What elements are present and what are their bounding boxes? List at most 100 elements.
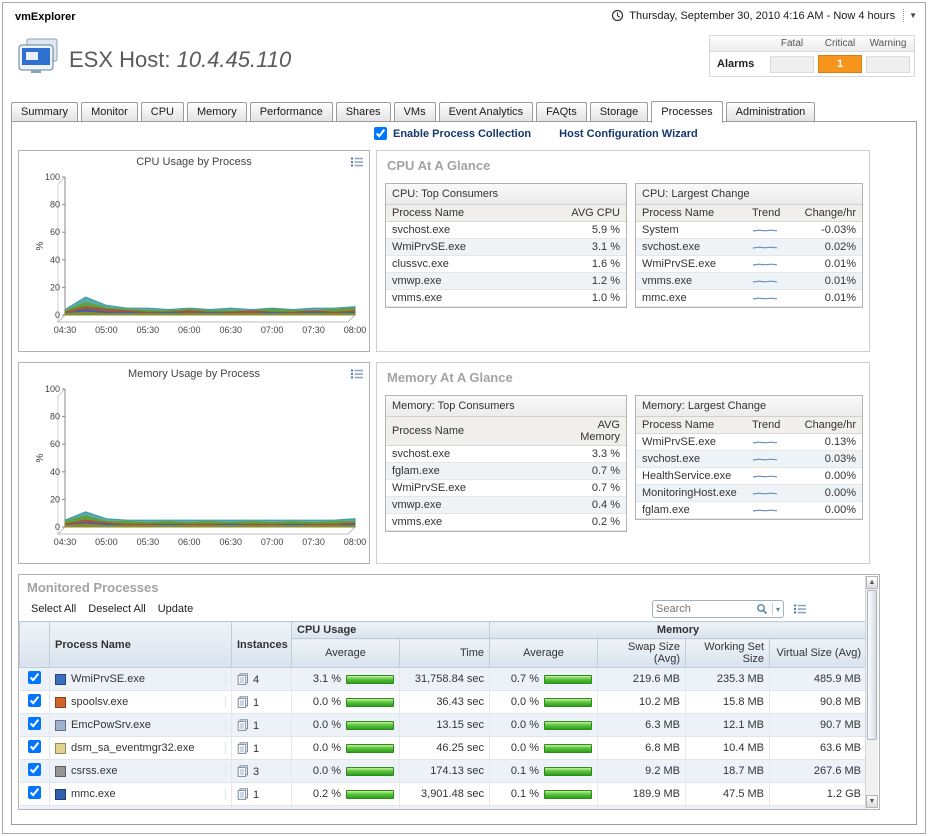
column-header-avg-cpu[interactable]: AVG CPU [554,205,626,222]
row-select-checkbox[interactable] [28,740,41,753]
update-link[interactable]: Update [158,603,193,615]
top-bar: vmExplorer Thursday, September 30, 2010 … [3,3,925,30]
search-input[interactable] [656,603,756,615]
instances-count: 3 [253,766,259,778]
trend-sparkline [746,502,792,519]
row-select-checkbox[interactable] [28,786,41,799]
column-header-process-name[interactable]: Process Name [386,417,554,446]
process-name: clussvc.exe [386,256,554,273]
tab-vms[interactable]: VMs [394,102,436,121]
memory-average-value: 0.7 % [501,673,539,685]
virtual-size-value: 90.8 MB [770,691,867,714]
select-all-link[interactable]: Select All [31,603,76,615]
svg-text:0: 0 [55,310,60,320]
table-customizer-icon[interactable] [793,603,807,615]
scrollbar-thumb[interactable] [867,590,877,740]
memory-top-consumers-panel: Memory: Top Consumers Process Name AVG M… [385,395,627,532]
vertical-scrollbar[interactable]: ▲ ▼ [865,576,878,808]
tab-memory[interactable]: Memory [187,102,247,121]
column-header-trend[interactable]: Trend [746,417,792,434]
tab-administration[interactable]: Administration [726,102,816,121]
process-name: svchost.exe [386,222,554,239]
column-header-swap-size[interactable]: Swap Size (Avg) [598,639,686,668]
deselect-all-link[interactable]: Deselect All [88,603,145,615]
svg-text:08:00: 08:00 [344,537,367,547]
column-header-change[interactable]: Change/hr [792,417,862,434]
subpanel-title: Memory: Top Consumers [386,396,626,417]
row-select-checkbox[interactable] [28,717,41,730]
cpu-time-value: 0.79 sec [400,806,490,811]
cpu-usage-chart: 020406080100%04:3005:0005:3006:0006:3007… [19,165,369,351]
process-name: dsm_sa_eventmgr32.exe [71,742,195,754]
memory-largest-change-table: Process Name Trend Change/hr WmiPrvSE.ex… [636,417,862,519]
tab-monitor[interactable]: Monitor [81,102,138,121]
column-header-cpu-average[interactable]: Average [292,639,400,668]
svg-text:%: % [35,453,46,462]
row-select-checkbox[interactable] [28,763,41,776]
table-row: WmiPrvSE.exe0.7 % [386,480,626,497]
avg-cpu-value: 1.0 % [554,290,626,307]
swap-size-value: 219.6 MB [598,668,686,691]
column-header-change[interactable]: Change/hr [792,205,862,222]
monitored-processes-panel: Monitored Processes Select All Deselect … [18,574,880,810]
instances-count: 1 [253,789,259,801]
search-options-chevron-icon[interactable]: ▾ [776,605,780,614]
svg-text:07:30: 07:30 [302,325,325,335]
column-header-memory-average[interactable]: Average [490,639,598,668]
header: ESX Host: 10.4.45.110 Fatal Critical War… [3,31,925,97]
instances-count: 1 [253,697,259,709]
scroll-down-arrow[interactable]: ▼ [866,795,878,808]
tab-processes[interactable]: Processes [651,101,722,123]
divider [772,603,773,615]
column-header-time[interactable]: Time [400,639,490,668]
alarms-header-spacer [710,36,768,51]
column-header-working-set[interactable]: Working Set Size [686,639,770,668]
tab-storage[interactable]: Storage [590,102,649,121]
column-header-process-name[interactable]: Process Name [386,205,554,222]
memory-average-value: 0.1 % [501,765,539,777]
tab-cpu[interactable]: CPU [141,102,184,121]
column-header-process-name[interactable]: Process Name [50,622,232,668]
cpu-average-value: 0.0 % [303,765,341,777]
scroll-up-arrow[interactable]: ▲ [866,576,878,589]
column-header-process-name[interactable]: Process Name [636,205,746,222]
process-name: HealthService.exe [636,468,746,485]
page-title: ESX Host: 10.4.45.110 [69,47,291,73]
time-range-selector[interactable]: Thursday, September 30, 2010 4:16 AM - N… [611,9,917,22]
column-header-virtual-size[interactable]: Virtual Size (Avg) [770,639,867,668]
process-name: WmiPrvSE.exe [636,256,746,273]
tab-shares[interactable]: Shares [336,102,391,121]
tab-summary[interactable]: Summary [11,102,78,121]
column-header-instances[interactable]: Instances [232,622,292,668]
critical-count-cell[interactable]: 1 [818,55,862,73]
tab-faqts[interactable]: FAQts [536,102,587,121]
process-name: vmwp.exe [386,497,554,514]
column-header-process-name[interactable]: Process Name [636,417,746,434]
host-configuration-wizard-link[interactable]: Host Configuration Wizard [559,128,698,140]
row-select-checkbox[interactable] [28,809,41,810]
table-row: svchost.exe3.3 % [386,446,626,463]
row-select-checkbox[interactable] [28,694,41,707]
tab-performance[interactable]: Performance [250,102,333,121]
svg-text:06:30: 06:30 [219,537,242,547]
chevron-down-icon[interactable]: ▼ [909,11,917,20]
column-header-avg-memory[interactable]: AVG Memory [554,417,626,446]
svg-text:60: 60 [50,227,60,237]
time-range-label: Thursday, September 30, 2010 4:16 AM - N… [629,10,895,22]
swap-size-value: 6.8 MB [598,737,686,760]
avg-cpu-value: 3.1 % [554,239,626,256]
memory-usage-bar [544,744,592,753]
warning-count-cell[interactable] [866,56,910,73]
svg-text:20: 20 [50,494,60,504]
fatal-count-cell[interactable] [770,56,814,73]
enable-process-collection-checkbox[interactable] [374,127,387,140]
row-select-checkbox[interactable] [28,671,41,684]
tab-event-analytics[interactable]: Event Analytics [439,102,534,121]
alarms-header-row: Fatal Critical Warning [710,36,914,52]
svg-text:07:00: 07:00 [261,537,284,547]
instances-icon [237,765,249,777]
search-icon[interactable] [756,603,768,615]
column-header-trend[interactable]: Trend [746,205,792,222]
process-row: csrss.exe 3 0.0 % 174.13 sec 0.1 % 9.2 M… [20,760,867,783]
panel-title: Memory At A Glance [377,363,869,385]
